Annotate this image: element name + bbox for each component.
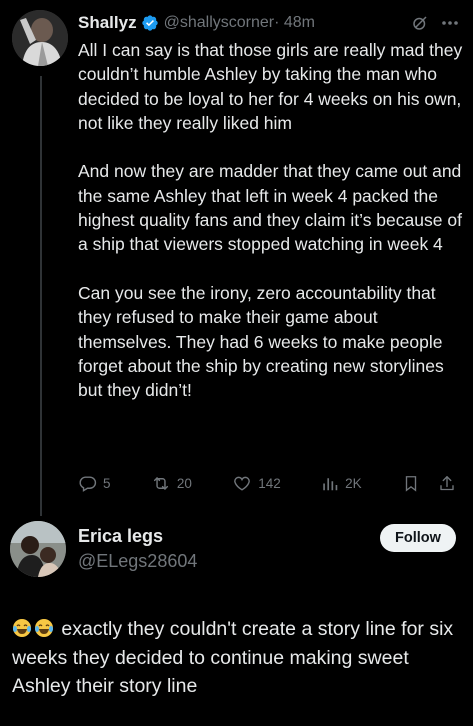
follow-button[interactable]: Follow — [380, 524, 456, 552]
author-handle[interactable]: @shallyscorner — [164, 14, 275, 32]
like-button[interactable]: 142 — [232, 474, 281, 493]
reply-author-avatar[interactable] — [10, 521, 66, 577]
verified-badge-icon — [141, 14, 159, 32]
repost-button[interactable]: 20 — [151, 474, 192, 493]
like-icon — [232, 474, 252, 493]
tweet-paragraph: All I can say is that those girls are re… — [78, 40, 463, 133]
views-button[interactable]: 2K — [321, 474, 362, 493]
repost-icon — [151, 474, 171, 493]
grok-icon[interactable] — [411, 14, 429, 32]
views-icon — [321, 474, 339, 493]
tweet-paragraph: Can you see the irony, zero accountabili… — [78, 282, 444, 401]
tweet-thread: Shallyz @shallyscorner · 48m All I can s… — [0, 0, 473, 726]
repost-count: 20 — [176, 475, 192, 491]
share-icon[interactable] — [438, 474, 456, 493]
thread-connector-line — [40, 76, 42, 516]
laughing-crying-emoji-icon — [34, 618, 54, 638]
author-avatar[interactable] — [12, 10, 68, 66]
tweet-action-bar: 5 20 142 2K — [78, 472, 456, 494]
reply-body: exactly they couldn't create a story lin… — [12, 615, 467, 701]
reply-count: 5 — [103, 475, 111, 491]
tweet-secondary-actions — [402, 474, 456, 493]
reply-author-name[interactable]: Erica legs — [78, 526, 163, 547]
tweet-time[interactable]: · 48m — [274, 14, 315, 32]
reply-author-handle[interactable]: @ELegs28604 — [78, 551, 197, 572]
like-count: 142 — [258, 475, 281, 491]
tweet-header: Shallyz @shallyscorner · 48m — [78, 8, 459, 38]
tweet-body: All I can say is that those girls are re… — [78, 38, 463, 402]
reply-icon — [78, 474, 97, 493]
author-name[interactable]: Shallyz — [78, 13, 137, 33]
view-count: 2K — [345, 475, 362, 491]
more-icon[interactable] — [441, 14, 459, 32]
tweet[interactable]: Shallyz @shallyscorner · 48m All I can s… — [78, 8, 462, 402]
tweet-paragraph: And now they are madder that they came o… — [78, 161, 462, 255]
reply-text: exactly they couldn't create a story lin… — [12, 618, 454, 697]
laughing-crying-emoji-icon — [12, 618, 32, 638]
bookmark-icon[interactable] — [402, 474, 420, 493]
reply-button[interactable]: 5 — [78, 474, 111, 493]
